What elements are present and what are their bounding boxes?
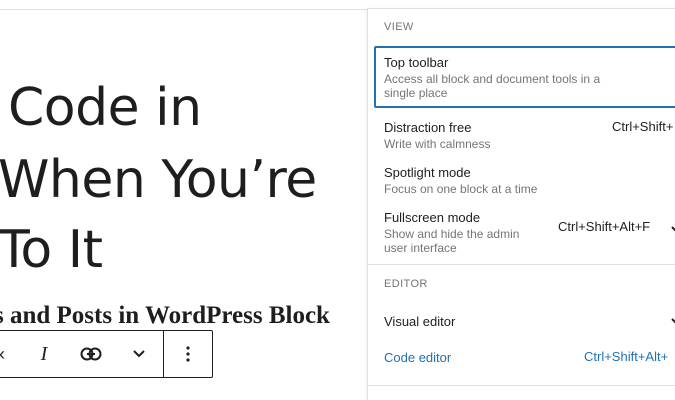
- menu-item-label: Spotlight mode: [384, 165, 471, 180]
- menu-divider: [368, 385, 675, 386]
- editor-screen: Code in When You’re To It s and Posts in…: [0, 0, 675, 400]
- menu-item-code-editor[interactable]: Code editor Ctrl+Shift+Alt+: [374, 341, 675, 374]
- options-menu: VIEW Top toolbar Access all block and do…: [367, 8, 675, 400]
- bold-button-partial[interactable]: ‹: [0, 331, 21, 377]
- menu-item-description: Access all block and document tools in a…: [384, 72, 601, 100]
- editor-group-label: EDITOR: [384, 278, 428, 290]
- menu-item-visual-editor[interactable]: Visual editor: [374, 305, 675, 338]
- menu-item-top-toolbar[interactable]: Top toolbar Access all block and documen…: [374, 46, 675, 108]
- link-icon: [80, 347, 102, 361]
- menu-item-label: Visual editor: [384, 314, 456, 329]
- post-title-line-1[interactable]: Code in: [8, 78, 202, 138]
- editor-header-divider: [0, 9, 367, 10]
- menu-divider: [368, 264, 675, 265]
- more-vertical-icon: [186, 346, 190, 362]
- block-options-button[interactable]: [164, 331, 212, 377]
- menu-item-spotlight-mode[interactable]: Spotlight mode Focus on one block at a t…: [374, 156, 675, 204]
- menu-item-description: Show and hide the admin user interface: [384, 227, 520, 255]
- heading-block[interactable]: s and Posts in WordPress Block: [0, 300, 330, 332]
- italic-icon: I: [40, 342, 48, 365]
- menu-item-distraction-free[interactable]: Distraction free Write with calmness Ctr…: [374, 111, 675, 159]
- menu-item-description: Write with calmness: [384, 137, 491, 151]
- post-title-line-3[interactable]: To It: [0, 220, 103, 280]
- menu-item-shortcut: Ctrl+Shift+Alt+F: [558, 219, 651, 234]
- check-icon: [671, 226, 675, 232]
- bold-icon-fragment: ‹: [0, 344, 5, 365]
- chevron-down-icon: [133, 350, 145, 358]
- italic-button[interactable]: I: [21, 331, 67, 377]
- view-group-label: VIEW: [384, 21, 414, 33]
- menu-item-description: Focus on one block at a time: [384, 182, 538, 196]
- menu-item-fullscreen-mode[interactable]: Fullscreen mode Show and hide the admin …: [374, 201, 675, 263]
- block-toolbar: ‹ I: [0, 330, 213, 378]
- more-rich-text-controls-button[interactable]: [115, 331, 163, 377]
- menu-item-shortcut: Ctrl+Shift+: [612, 119, 674, 134]
- menu-item-label: Top toolbar: [384, 55, 449, 70]
- link-button[interactable]: [67, 331, 115, 377]
- check-icon: [671, 318, 675, 324]
- menu-item-shortcut: Ctrl+Shift+Alt+: [584, 349, 669, 364]
- post-title-line-2[interactable]: When You’re: [0, 150, 317, 210]
